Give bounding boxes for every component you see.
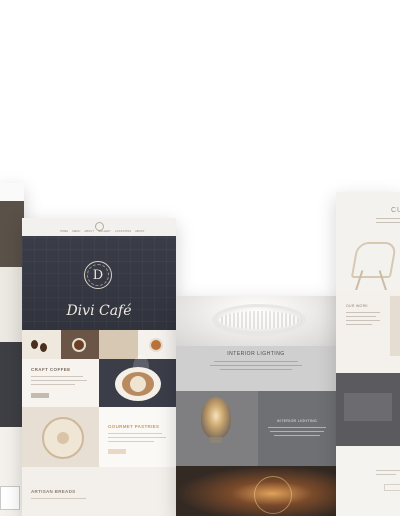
- cafe-thumb-beans: [22, 330, 61, 359]
- cafe-pastries-row: GOURMET PASTRIES: [22, 407, 176, 467]
- cafe-thumb-sticks: [99, 330, 138, 359]
- latte-art-icon: [115, 367, 161, 401]
- furniture-cta-button[interactable]: [384, 484, 400, 491]
- cafe-emblem-letter: D: [92, 267, 104, 283]
- artisan-breads-heading: ARTISAN BREADS: [31, 489, 76, 494]
- text-line: [376, 470, 400, 471]
- cafe-craft-row: CRAFT COFFEE: [22, 355, 176, 407]
- interior-lighting-heading: INTERIOR LIGHTING: [227, 351, 285, 357]
- left-mock-dark-section: [0, 342, 24, 427]
- tart-icon: [42, 417, 84, 459]
- text-line: [346, 312, 380, 313]
- cafe-thumbnail-strip: [22, 330, 176, 359]
- our-work-heading: OUR WORK: [346, 304, 369, 308]
- furniture-heading: CU: [391, 207, 400, 214]
- cafe-nav-item[interactable]: MENU: [72, 230, 80, 233]
- left-mini-card: [0, 486, 20, 510]
- cafe-craft-section: CRAFT COFFEE: [22, 359, 99, 407]
- cafe-nav-item[interactable]: HOME: [60, 230, 68, 233]
- coffee-cup-icon: [71, 338, 86, 352]
- text-line: [220, 369, 292, 370]
- craft-coffee-heading: CRAFT COFFEE: [31, 367, 71, 372]
- text-line: [346, 316, 376, 317]
- craft-learn-more-button[interactable]: [31, 393, 49, 398]
- text-line: [376, 474, 396, 475]
- lighting-bulb-image: [176, 391, 258, 466]
- chair-icon: [350, 242, 398, 278]
- lighting-banner: [176, 296, 336, 346]
- left-mock-light-section: [0, 267, 24, 342]
- coffee-cup-icon: [148, 338, 163, 352]
- cafe-thumb-pour: [60, 330, 99, 359]
- text-line: [31, 376, 83, 377]
- text-line: [346, 324, 372, 325]
- cafe-nav-item[interactable]: ABOUT: [84, 230, 94, 233]
- left-mock-photo: [0, 201, 24, 267]
- left-mock-header: [0, 183, 24, 201]
- cafe-hero-title: Divi Café: [66, 303, 132, 319]
- pendant-lamp-icon: [212, 304, 306, 336]
- text-line: [108, 441, 154, 442]
- left-page-mockup: [0, 183, 24, 516]
- text-line: [376, 218, 400, 219]
- furniture-our-work-section: OUR WORK: [336, 290, 400, 373]
- pastries-learn-more-button[interactable]: [108, 449, 126, 454]
- showcase-scene: HOME MENU ABOUT GALLERY LOCATIONS ABOUT …: [0, 0, 400, 516]
- cafe-nav-menu: HOME MENU ABOUT GALLERY LOCATIONS ABOUT: [60, 230, 145, 233]
- furniture-hero: CU: [336, 192, 400, 292]
- text-line: [270, 431, 324, 432]
- text-line: [214, 361, 298, 362]
- furniture-light-section: [336, 446, 400, 516]
- lighting-glowing-bulb-image: [176, 466, 336, 516]
- lighting-text-panel: INTERIOR LIGHTING: [258, 391, 336, 466]
- text-line: [108, 437, 166, 438]
- text-line: [31, 498, 86, 499]
- text-line: [210, 365, 302, 366]
- lighting-panel-heading: INTERIOR LIGHTING: [276, 419, 318, 423]
- furniture-page-mockup: CU OUR WORK: [336, 192, 400, 516]
- divi-cafe-page-mockup: HOME MENU ABOUT GALLERY LOCATIONS ABOUT …: [22, 218, 176, 516]
- text-line: [274, 435, 320, 436]
- coffee-bean-icon: [31, 340, 38, 349]
- cafe-artisan-row: ARTISAN BREADS: [22, 467, 176, 516]
- cafe-nav-item[interactable]: LOCATIONS: [115, 230, 131, 233]
- text-line: [346, 320, 380, 321]
- cafe-nav-bar: HOME MENU ABOUT GALLERY LOCATIONS ABOUT: [22, 218, 176, 236]
- coffee-bean-icon: [40, 343, 47, 352]
- our-work-thumbnail: [390, 296, 400, 356]
- text-line: [268, 427, 326, 428]
- cafe-nav-item[interactable]: ABOUT: [135, 230, 145, 233]
- text-line: [31, 384, 75, 385]
- cafe-tart-image: [22, 407, 99, 467]
- text-line: [31, 380, 87, 381]
- cafe-pastries-section: GOURMET PASTRIES: [99, 407, 176, 467]
- gourmet-pastries-heading: GOURMET PASTRIES: [108, 424, 160, 429]
- furniture-dark-section: [336, 373, 400, 446]
- cafe-emblem-icon: D: [84, 261, 112, 289]
- interior-lighting-page-mockup: INTERIOR LIGHTING INTERIOR LIGHTING: [176, 296, 336, 516]
- edison-bulb-icon: [201, 397, 231, 439]
- cafe-nav-item[interactable]: GALLERY: [98, 230, 111, 233]
- bulb-base-shape: [210, 437, 222, 443]
- text-line: [108, 433, 162, 434]
- text-line: [376, 222, 400, 223]
- cafe-latte-image: [99, 355, 176, 407]
